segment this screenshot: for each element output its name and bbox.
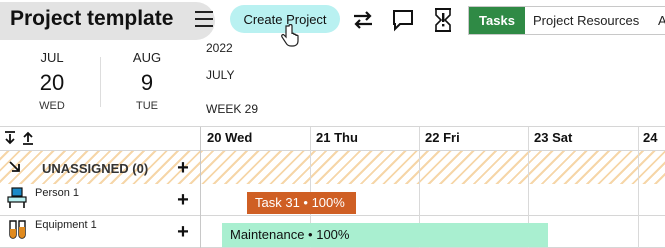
comment-icon[interactable] [391, 8, 415, 32]
person-at-desk-icon [7, 187, 27, 208]
column-day-20: 20 Wed [207, 130, 253, 145]
column-day-21: 21 Thu [316, 130, 358, 145]
today-day: 20 [39, 70, 65, 95]
grid-header-top [0, 126, 665, 127]
today-month: JUL [40, 50, 64, 65]
expand-collapse-all-icon[interactable] [4, 131, 38, 145]
column-day-22: 22 Fri [425, 130, 460, 145]
column-day-23: 23 Sat [534, 130, 573, 145]
create-project-button[interactable]: Create Project [230, 5, 340, 33]
period-year: 2022 [206, 41, 233, 55]
next-month: AUG [132, 50, 162, 65]
add-equipment-task-button[interactable]: + [175, 222, 191, 242]
resource-column-divider [200, 127, 201, 248]
resource-name-equipment: Equipment 1 [35, 219, 97, 231]
column-day-24: 24 [643, 130, 658, 145]
grid-row-divider [0, 215, 665, 216]
hamburger-icon[interactable] [195, 11, 213, 29]
tab-tasks[interactable]: Tasks [469, 7, 525, 34]
tab-project-resources[interactable]: Project Resources [533, 7, 639, 34]
arrow-collapse-icon[interactable] [8, 160, 22, 174]
unassigned-label: UNASSIGNED (0) [42, 161, 149, 176]
resource-name-person: Person 1 [35, 187, 80, 199]
add-unassigned-button[interactable]: + [175, 158, 191, 178]
period-week: WEEK 29 [206, 102, 259, 116]
unassigned-row-timeline [201, 151, 665, 184]
next-weekday: TUE [136, 100, 158, 112]
add-person-task-button[interactable]: + [175, 190, 191, 210]
task-bar-maintenance[interactable]: Maintenance • 100% [222, 223, 548, 247]
next-day: 9 [140, 70, 154, 95]
timer-alert-icon[interactable] [431, 7, 455, 33]
task-bar-task-31[interactable]: Task 31 • 100% [247, 192, 356, 214]
test-tubes-icon [9, 220, 26, 239]
page-title: Project template [10, 7, 174, 30]
date-divider [100, 57, 101, 107]
tab-more[interactable]: A [658, 7, 665, 34]
swap-arrows-icon[interactable] [351, 9, 375, 31]
day-column-divider [638, 127, 639, 248]
today-weekday: WED [39, 100, 65, 112]
period-month: JULY [206, 68, 235, 82]
